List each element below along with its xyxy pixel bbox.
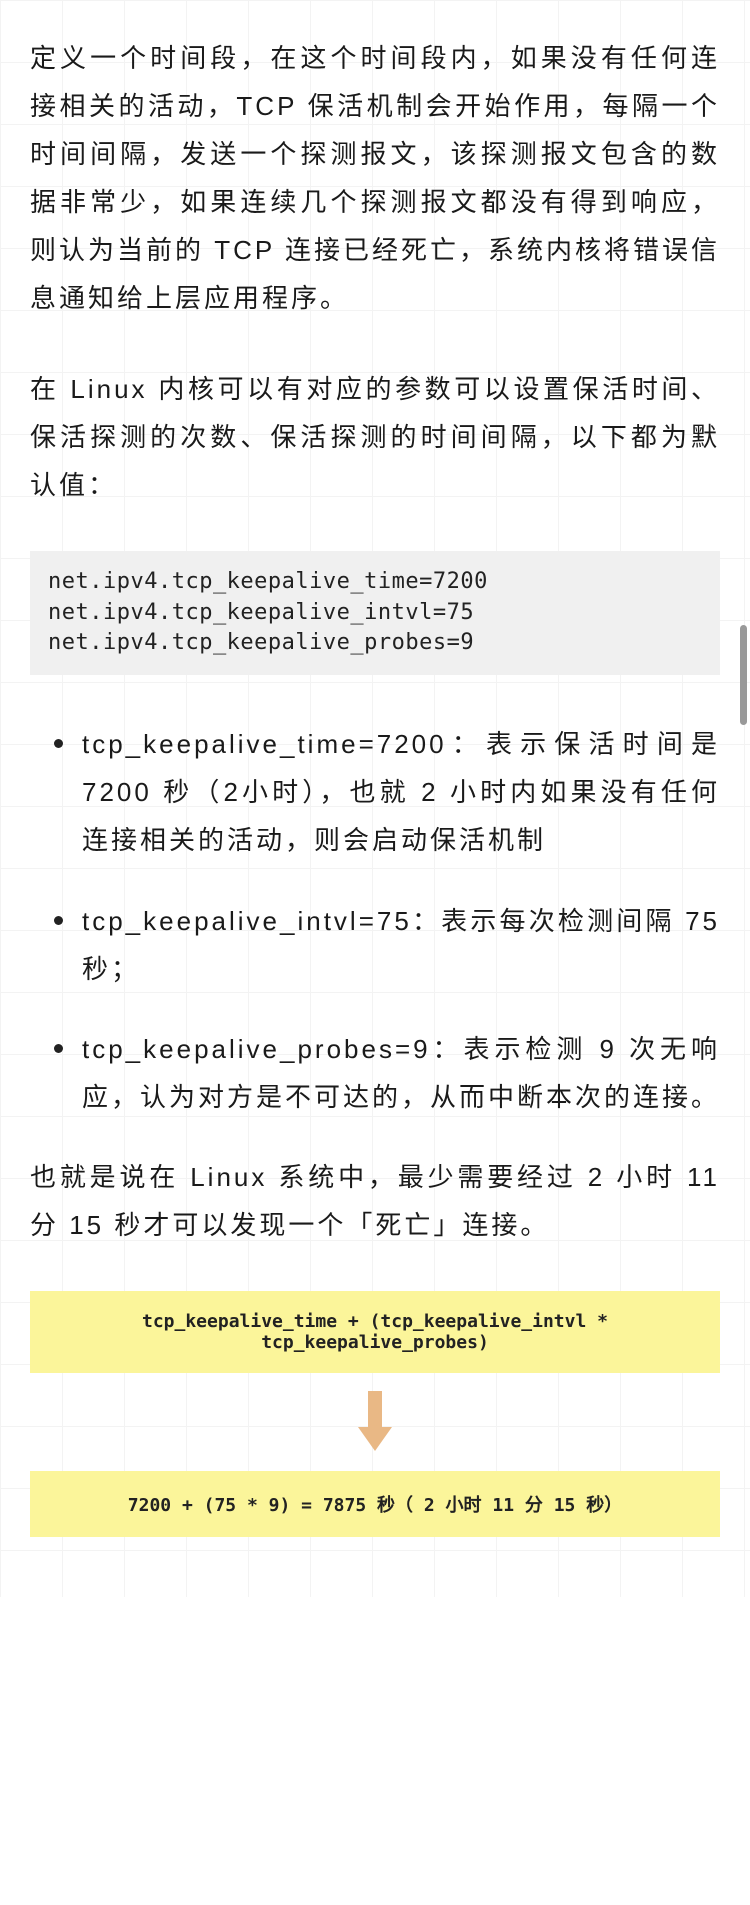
code-block-keepalive: net.ipv4.tcp_keepalive_time=7200 net.ipv… (30, 551, 720, 675)
paragraph-summary: 也就是说在 Linux 系统中，最少需要经过 2 小时 11 分 15 秒才可以… (30, 1153, 720, 1249)
formula-expression: tcp_keepalive_time + (tcp_keepalive_intv… (30, 1291, 720, 1373)
list-item: tcp_keepalive_probes=9：表示检测 9 次无响应，认为对方是… (30, 1025, 720, 1121)
list-item: tcp_keepalive_time=7200：表示保活时间是 7200 秒（2… (30, 720, 720, 864)
arrow-down-icon (30, 1373, 720, 1471)
paragraph-linux-params: 在 Linux 内核可以有对应的参数可以设置保活时间、保活探测的次数、保活探测的… (30, 365, 720, 509)
list-item: tcp_keepalive_intvl=75：表示每次检测间隔 75 秒； (30, 897, 720, 993)
paragraph-intro: 定义一个时间段，在这个时间段内，如果没有任何连接相关的活动，TCP 保活机制会开… (30, 34, 720, 323)
article-content: 定义一个时间段，在这个时间段内，如果没有任何连接相关的活动，TCP 保活机制会开… (0, 0, 750, 1597)
bullet-list: tcp_keepalive_time=7200：表示保活时间是 7200 秒（2… (30, 720, 720, 1121)
formula-result: 7200 + (75 * 9) = 7875 秒（ 2 小时 11 分 15 秒… (30, 1471, 720, 1537)
scrollbar[interactable] (740, 625, 747, 725)
